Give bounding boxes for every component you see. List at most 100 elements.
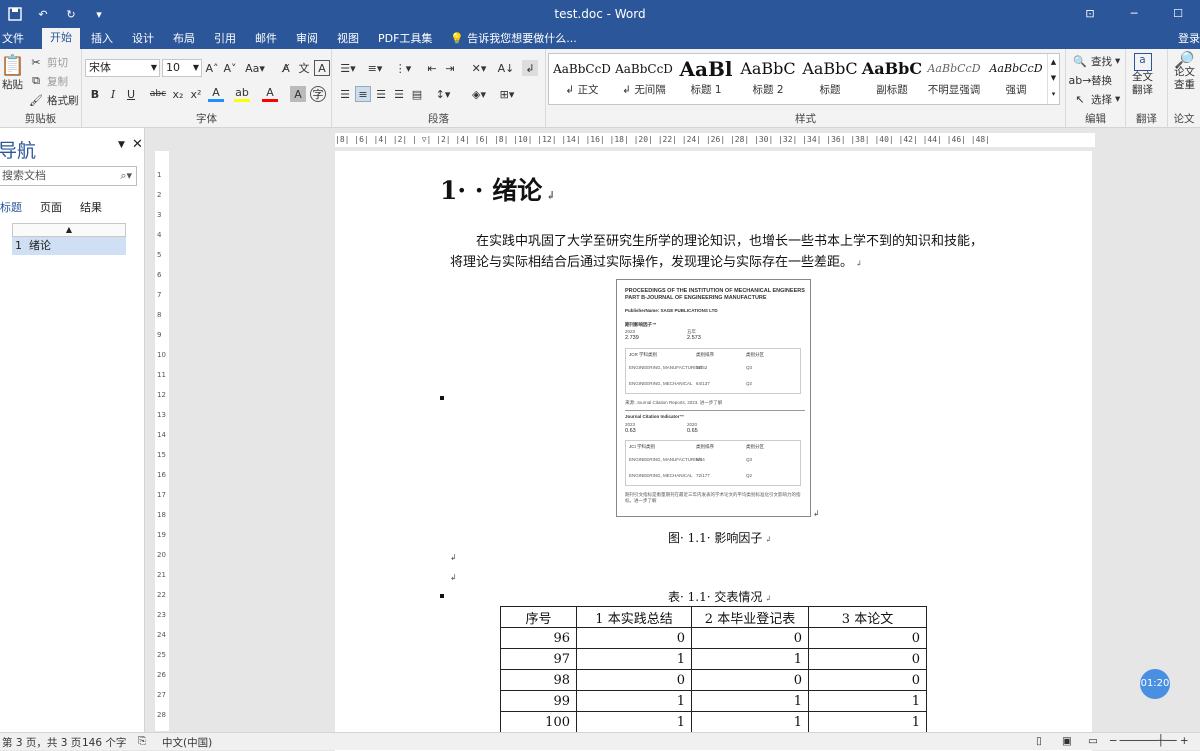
highlight-icon[interactable]: ab <box>234 86 250 102</box>
table-cell[interactable]: 1 <box>808 690 927 712</box>
tab-file[interactable]: 文件 <box>2 31 24 49</box>
find-button[interactable]: 🔍 查找 ▾ <box>1072 53 1120 69</box>
format-painter-button[interactable]: 🖌 格式刷 <box>28 92 78 108</box>
strikethrough-icon[interactable]: abc <box>148 86 168 102</box>
horizontal-ruler[interactable]: |8| |6| |4| |2| | ▽| |2| |4| |6| |8| |10… <box>335 133 1095 147</box>
styles-scroll[interactable]: ▲ ▼ ▾ <box>1047 54 1059 104</box>
nav-item-heading[interactable]: 1 绪论 <box>12 237 126 255</box>
clear-format-icon[interactable]: A̸ <box>278 60 294 76</box>
nav-search-input[interactable]: 搜索文档 ⌕▾ <box>0 166 137 186</box>
tab-view[interactable]: 视图 <box>337 31 359 49</box>
table-cell[interactable]: 99 <box>500 690 577 712</box>
heading-1[interactable]: 1· · 绪论 ↲ <box>440 171 555 207</box>
table-cell[interactable]: 1 <box>576 711 692 733</box>
enclose-characters-icon[interactable]: 字 <box>310 86 326 102</box>
table-cell[interactable]: 0 <box>808 648 927 670</box>
style-heading-1[interactable]: AaBl 标题 1 <box>675 56 737 102</box>
word-count[interactable]: 146 个字 <box>82 735 126 750</box>
style-subtle-emphasis[interactable]: AaBbCcD 不明显强调 <box>923 56 985 102</box>
tab-references[interactable]: 引用 <box>214 31 236 49</box>
table-cell[interactable]: 97 <box>500 648 577 670</box>
page-count[interactable]: 第 3 页，共 3 页 <box>2 735 81 750</box>
style-title[interactable]: AaBbC 标题 <box>799 56 861 102</box>
chinese-layout-icon[interactable]: ✕▾ <box>468 60 490 76</box>
line-spacing-icon[interactable]: ↕▾ <box>432 86 454 102</box>
multilevel-list-icon[interactable]: ⋮▾ <box>392 60 414 76</box>
shading-icon[interactable]: ◈▾ <box>468 86 490 102</box>
paper-check-button[interactable]: 🔎 论文 查重 <box>1174 52 1195 92</box>
style-subtitle[interactable]: AaBbC 副标题 <box>861 56 923 102</box>
tab-home[interactable]: 开始 <box>42 28 80 49</box>
change-case-icon[interactable]: Aa▾ <box>244 60 266 76</box>
superscript-icon[interactable]: x² <box>188 86 204 102</box>
tell-me-box[interactable]: 💡 告诉我您想要做什么... <box>450 31 577 49</box>
bold-icon[interactable]: B <box>87 86 103 102</box>
tab-insert[interactable]: 插入 <box>91 31 113 49</box>
justify-icon[interactable]: ☰ <box>391 86 407 102</box>
full-translate-button[interactable]: a 全文 翻译 <box>1132 53 1153 97</box>
table-cell[interactable]: 0 <box>576 627 692 649</box>
table-caption[interactable]: 表· 1.1· 交表情况 ↲ <box>668 588 772 605</box>
character-border-icon[interactable]: A <box>314 60 330 76</box>
numbering-icon[interactable]: ≡▾ <box>364 60 386 76</box>
align-left-icon[interactable]: ☰ <box>337 86 353 102</box>
table-cell[interactable]: 98 <box>500 669 577 691</box>
font-size-combo[interactable]: 10 ▼ <box>162 59 202 77</box>
replace-button[interactable]: ab→ 替换 <box>1069 72 1112 88</box>
copy-button[interactable]: ⧉ 复制 <box>28 73 68 89</box>
print-layout-icon[interactable]: ▣ <box>1062 735 1072 747</box>
maximize-icon[interactable]: ☐ <box>1156 2 1200 24</box>
table-header-cell[interactable]: 3 本论文 <box>808 606 927 628</box>
zoom-slider[interactable]: ─ ──────┼── + <box>1110 735 1189 747</box>
paste-button[interactable]: 📋 粘贴 <box>0 53 25 92</box>
minimize-icon[interactable]: ─ <box>1112 2 1156 24</box>
body-paragraph[interactable]: 在实践中巩固了大学至研究生所学的理论知识，也增长一些书本上学不到的知识和技能， … <box>450 231 990 274</box>
table-cell[interactable]: 1 <box>576 690 692 712</box>
table-cell[interactable]: 1 <box>691 711 809 733</box>
borders-icon[interactable]: ⊞▾ <box>496 86 518 102</box>
grow-font-icon[interactable]: A˄ <box>204 60 220 76</box>
table-cell[interactable]: 1 <box>691 648 809 670</box>
recording-timer[interactable]: 01:20 <box>1140 669 1170 699</box>
distributed-icon[interactable]: ▤ <box>409 86 425 102</box>
read-mode-icon[interactable]: ▯ <box>1036 735 1042 747</box>
phonetic-guide-icon[interactable]: 文 <box>296 60 312 76</box>
nav-tab-headings[interactable]: 标题 <box>0 199 22 215</box>
increase-indent-icon[interactable]: ⇥ <box>442 60 458 76</box>
nav-tab-pages[interactable]: 页面 <box>40 199 62 215</box>
tab-layout[interactable]: 布局 <box>173 31 195 49</box>
decrease-indent-icon[interactable]: ⇤ <box>424 60 440 76</box>
tab-mailings[interactable]: 邮件 <box>255 31 277 49</box>
table-cell[interactable]: 1 <box>691 690 809 712</box>
table-header-cell[interactable]: 2 本毕业登记表 <box>691 606 809 628</box>
align-right-icon[interactable]: ☰ <box>373 86 389 102</box>
shrink-font-icon[interactable]: A˅ <box>222 60 238 76</box>
table-cell[interactable]: 0 <box>576 669 692 691</box>
table-header-cell[interactable]: 序号 <box>500 606 577 628</box>
style-normal[interactable]: AaBbCcD ↲ 正文 <box>551 56 613 102</box>
table-cell[interactable]: 0 <box>808 627 927 649</box>
document-page[interactable]: 1· · 绪论 ↲ 在实践中巩固了大学至研究生所学的理论知识，也增长一些书本上学… <box>335 151 1092 751</box>
ribbon-display-options-icon[interactable]: ⊡ <box>1068 2 1112 24</box>
italic-icon[interactable]: I <box>105 86 121 102</box>
figure-caption[interactable]: 图· 1.1· 影响因子 ↲ <box>668 529 772 546</box>
vertical-ruler[interactable]: 1 2 3 4 5 6 7 8 9 10 11 12 13 14 15 16 17 18 19 20 21 22 23 24 2… <box>155 151 169 731</box>
table-cell[interactable]: 96 <box>500 627 577 649</box>
bullets-icon[interactable]: ☰▾ <box>337 60 359 76</box>
collapse-all-icon[interactable]: ▲ <box>12 223 126 237</box>
table-cell[interactable]: 1 <box>808 711 927 733</box>
impact-factor-figure[interactable]: PROCEEDINGS OF THE INSTITUTION OF MECHAN… <box>616 279 811 517</box>
font-color-icon[interactable]: A <box>262 86 278 102</box>
style-heading-2[interactable]: AaBbC 标题 2 <box>737 56 799 102</box>
underline-icon[interactable]: U <box>123 86 139 102</box>
signin-link[interactable]: 登录 <box>1178 31 1200 49</box>
submission-table[interactable]: 序号 1 本实践总结 2 本毕业登记表 3 本论文 96 0 0 0 97 1 … <box>500 606 927 733</box>
subscript-icon[interactable]: x₂ <box>170 86 186 102</box>
language-indicator[interactable]: 中文(中国) <box>162 735 212 750</box>
sort-icon[interactable]: A↓ <box>498 60 515 76</box>
table-cell[interactable]: 0 <box>808 669 927 691</box>
tab-design[interactable]: 设计 <box>132 31 154 49</box>
table-header-cell[interactable]: 1 本实践总结 <box>576 606 692 628</box>
table-cell[interactable]: 1 <box>576 648 692 670</box>
character-shading-icon[interactable]: A <box>290 86 306 102</box>
